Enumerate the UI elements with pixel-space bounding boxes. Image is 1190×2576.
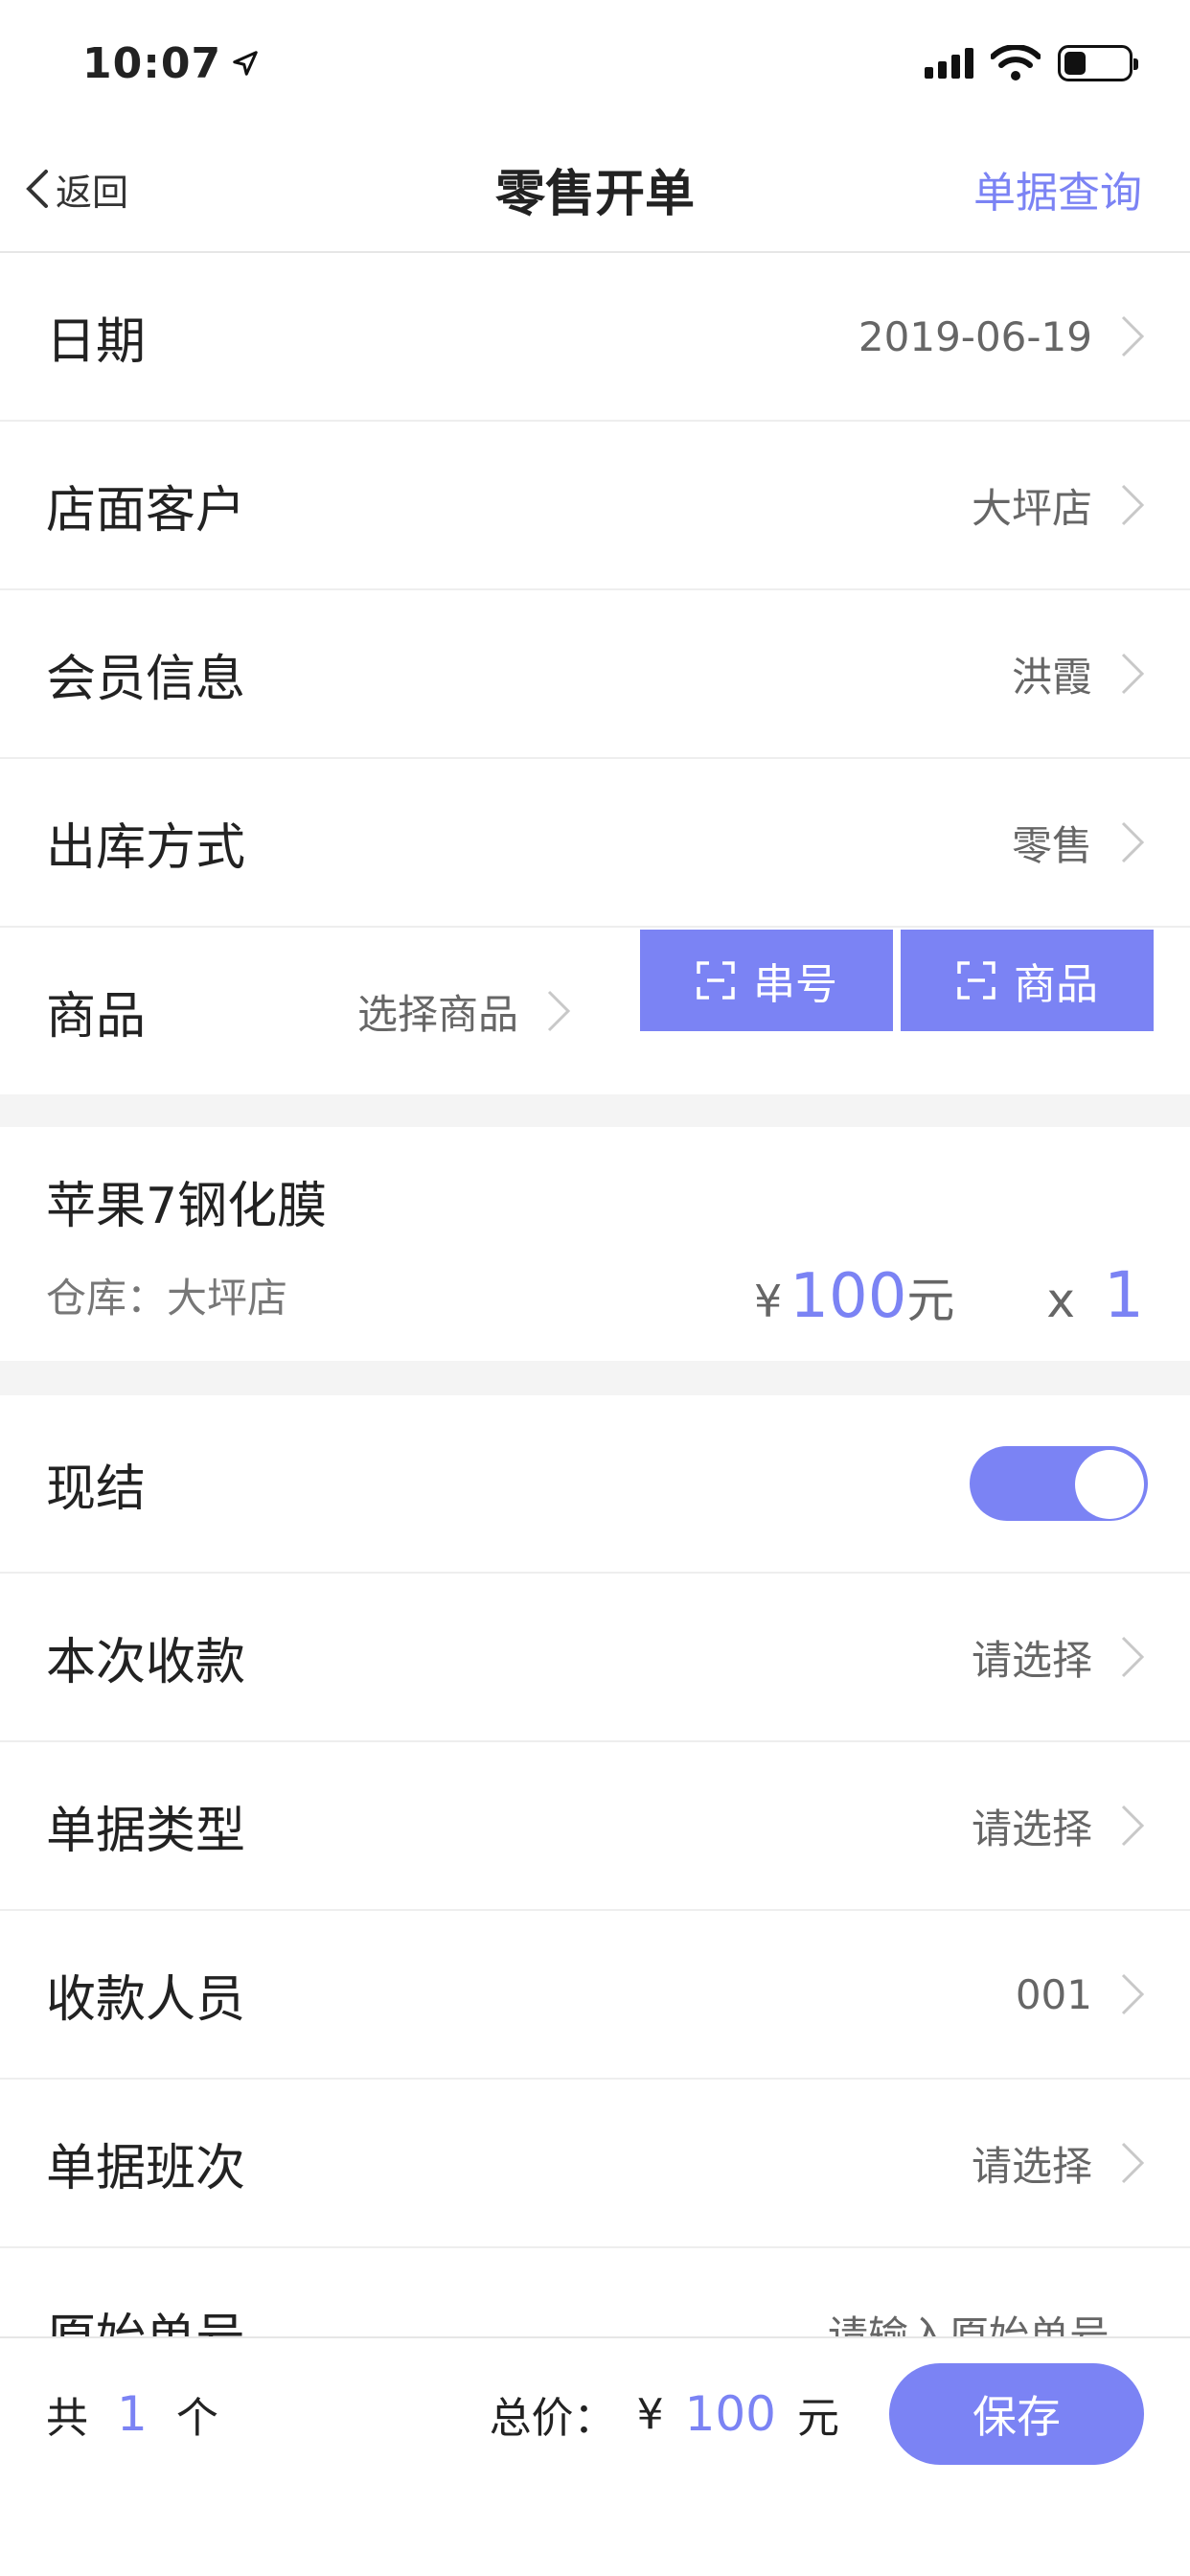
count-value: 1 — [117, 2386, 148, 2442]
date-value: 2019-06-19 — [858, 312, 1092, 360]
cashier-value-group: 001 — [1016, 1969, 1148, 2019]
toggle-knob — [1075, 1450, 1144, 1519]
store-customer-value-group: 大坪店 — [972, 476, 1148, 535]
outbound-method-row[interactable]: 出库方式 零售 — [0, 759, 1190, 928]
product-detail-line: 仓库：大坪店 ¥ 100 元 x 1 — [46, 1258, 1144, 1332]
bottom-bar: 共 1 个 总价： ¥ 100 元 保存 — [0, 2336, 1190, 2576]
shift-row[interactable]: 单据班次 请选择 — [0, 2080, 1190, 2248]
scan-icon — [697, 961, 735, 1000]
product-label: 商品 — [46, 987, 147, 1046]
total-price: 总价： ¥ 100 元 — [490, 2363, 839, 2465]
status-bar: 10:07 — [0, 0, 1190, 126]
date-value-group: 2019-06-19 — [858, 311, 1148, 361]
settle-now-label: 现结 — [46, 1460, 147, 1518]
total-currency: ¥ — [636, 2389, 664, 2439]
product-row: 商品 选择商品 串号 商品 — [0, 928, 1190, 1094]
chevron-right-icon — [547, 990, 571, 1032]
scan-icon — [957, 961, 995, 1000]
status-indicators — [925, 45, 1138, 81]
chevron-right-icon — [1121, 315, 1145, 357]
member-info-value: 洪霞 — [1011, 653, 1092, 701]
currency-symbol: ¥ — [753, 1276, 783, 1327]
settle-now-toggle[interactable] — [970, 1446, 1148, 1521]
back-button[interactable]: 返回 — [21, 163, 128, 216]
shift-value: 请选择 — [971, 2142, 1092, 2190]
quantity-prefix: x — [1046, 1273, 1075, 1328]
cashier-value: 001 — [1015, 1970, 1092, 2018]
total-value: 100 — [684, 2386, 776, 2442]
status-time-text: 10:07 — [82, 38, 222, 88]
payment-label: 本次收款 — [46, 1633, 246, 1691]
chevron-right-icon — [1121, 821, 1145, 863]
document-type-row[interactable]: 单据类型 请选择 — [0, 1742, 1190, 1911]
document-type-label: 单据类型 — [46, 1802, 246, 1860]
price-quantity-block: ¥ 100 元 x 1 — [754, 1258, 1144, 1332]
back-label: 返回 — [56, 171, 129, 214]
chevron-right-icon — [1121, 1636, 1145, 1678]
chevron-right-icon — [1121, 1805, 1145, 1847]
select-product-button[interactable]: 选择商品 — [357, 982, 616, 1041]
cashier-label: 收款人员 — [46, 1970, 246, 2029]
store-customer-value: 大坪店 — [971, 484, 1092, 532]
chevron-left-icon — [26, 170, 48, 208]
warehouse-text: 仓库：大坪店 — [46, 1275, 288, 1322]
total-label: 总价： — [489, 2394, 616, 2443]
document-type-value: 请选择 — [971, 1805, 1092, 1852]
scan-product-button[interactable]: 商品 — [901, 930, 1154, 1031]
product-price: 100 — [790, 1261, 907, 1332]
store-customer-label: 店面客户 — [46, 481, 246, 540]
save-button[interactable]: 保存 — [889, 2363, 1144, 2465]
order-query-link[interactable]: 单据查询 — [973, 158, 1142, 219]
status-time: 10:07 — [82, 39, 260, 88]
outbound-method-label: 出库方式 — [46, 818, 246, 877]
date-row[interactable]: 日期 2019-06-19 — [0, 253, 1190, 422]
section-divider — [0, 1361, 1190, 1395]
settle-now-row: 现结 — [0, 1395, 1190, 1574]
section-divider — [0, 1094, 1190, 1127]
product-item-card[interactable]: 苹果7钢化膜 仓库：大坪店 ¥ 100 元 x 1 — [0, 1127, 1190, 1361]
payment-row[interactable]: 本次收款 请选择 — [0, 1574, 1190, 1742]
count-prefix: 共 — [46, 2394, 88, 2443]
outbound-method-value: 零售 — [1011, 821, 1092, 869]
store-customer-row[interactable]: 店面客户 大坪店 — [0, 422, 1190, 590]
product-quantity[interactable]: 1 — [1104, 1258, 1144, 1332]
outbound-method-value-group: 零售 — [1012, 814, 1148, 872]
chevron-right-icon — [1121, 484, 1145, 526]
wifi-icon — [991, 45, 1041, 80]
item-count: 共 1 个 — [46, 2363, 218, 2465]
scan-serial-label: 串号 — [753, 960, 837, 1009]
select-product-text: 选择商品 — [357, 990, 519, 1038]
retail-order-page: 10:07 返回 零售开单 单据查询 日期 2019-06-19 店面客户 大坪… — [0, 0, 1190, 2576]
date-label: 日期 — [46, 312, 147, 371]
shift-label: 单据班次 — [46, 2139, 246, 2197]
price-unit: 元 — [906, 1273, 955, 1328]
chevron-right-icon — [1121, 1973, 1145, 2015]
shift-value-group: 请选择 — [972, 2134, 1148, 2193]
payment-value: 请选择 — [971, 1636, 1092, 1684]
member-info-value-group: 洪霞 — [1012, 645, 1148, 703]
scan-product-label: 商品 — [1014, 960, 1098, 1009]
document-type-value-group: 请选择 — [972, 1797, 1148, 1855]
location-arrow-icon — [233, 51, 258, 76]
cellular-signal-icon — [925, 48, 973, 79]
member-info-row[interactable]: 会员信息 洪霞 — [0, 590, 1190, 759]
count-suffix: 个 — [175, 2394, 218, 2443]
chevron-right-icon — [1121, 2142, 1145, 2184]
chevron-right-icon — [1121, 653, 1145, 695]
payment-value-group: 请选择 — [972, 1628, 1148, 1687]
navigation-bar: 返回 零售开单 单据查询 — [0, 126, 1190, 253]
product-name: 苹果7钢化膜 — [46, 1178, 328, 1235]
total-unit: 元 — [797, 2394, 839, 2443]
scan-serial-button[interactable]: 串号 — [640, 930, 893, 1031]
cashier-row[interactable]: 收款人员 001 — [0, 1911, 1190, 2080]
member-info-label: 会员信息 — [46, 650, 246, 708]
battery-icon — [1058, 45, 1138, 81]
battery-level — [1064, 52, 1086, 75]
